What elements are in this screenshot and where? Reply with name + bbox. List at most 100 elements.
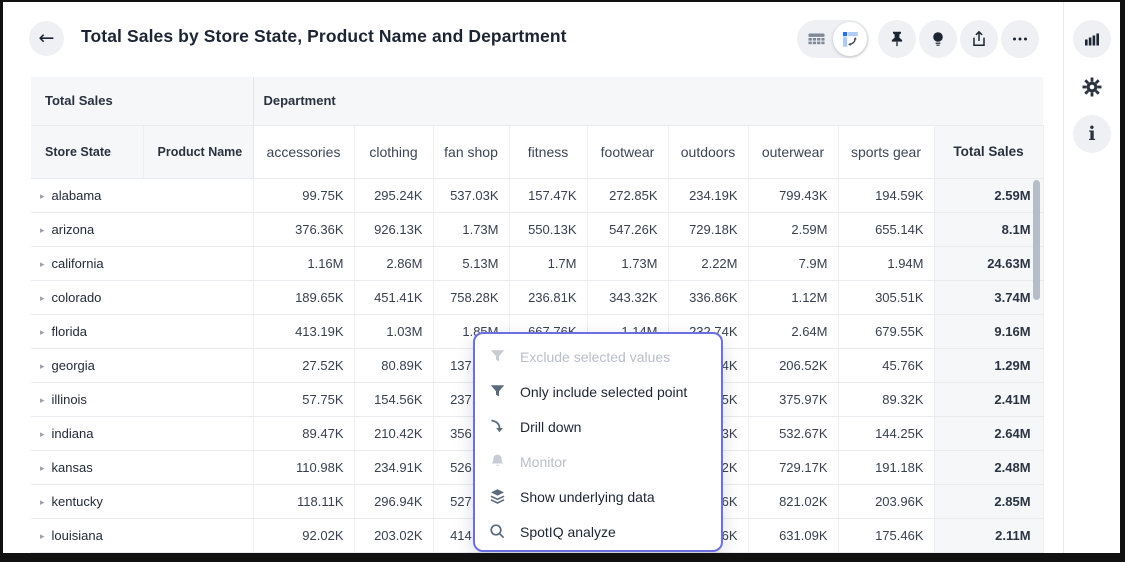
value-cell[interactable]: 144.25K: [838, 416, 934, 450]
value-cell[interactable]: 1.73M: [587, 246, 668, 280]
row-label-alabama[interactable]: ▸alabama: [31, 178, 253, 212]
value-cell[interactable]: 118.11K: [253, 484, 354, 518]
value-cell[interactable]: 110.98K: [253, 450, 354, 484]
row-label-illinois[interactable]: ▸illinois: [31, 382, 253, 416]
value-cell[interactable]: 1.03M: [354, 314, 433, 348]
back-button[interactable]: ←: [29, 21, 64, 56]
value-cell[interactable]: 236.81K: [509, 280, 587, 314]
vertical-scrollbar-thumb[interactable]: [1033, 180, 1040, 300]
column-header-outdoors[interactable]: outdoors: [668, 125, 748, 178]
expand-caret-icon[interactable]: ▸: [40, 498, 45, 508]
value-cell[interactable]: 2.86M: [354, 246, 433, 280]
value-cell[interactable]: 2.59M: [748, 212, 838, 246]
column-header-fitness[interactable]: fitness: [509, 125, 587, 178]
value-cell[interactable]: 729.18K: [668, 212, 748, 246]
value-cell[interactable]: 57.75K: [253, 382, 354, 416]
total-cell[interactable]: 2.64M: [934, 416, 1043, 450]
value-cell[interactable]: 206.52K: [748, 348, 838, 382]
row-label-kansas[interactable]: ▸kansas: [31, 450, 253, 484]
value-cell[interactable]: 305.51K: [838, 280, 934, 314]
menu-item-spotiq-analyze[interactable]: SpotIQ analyze: [475, 514, 721, 549]
value-cell[interactable]: 234.19K: [668, 178, 748, 212]
total-cell[interactable]: 2.85M: [934, 484, 1043, 518]
value-cell[interactable]: 157.47K: [509, 178, 587, 212]
value-cell[interactable]: 27.52K: [253, 348, 354, 382]
value-cell[interactable]: 234.91K: [354, 450, 433, 484]
value-cell[interactable]: 799.43K: [748, 178, 838, 212]
value-cell[interactable]: 203.02K: [354, 518, 433, 552]
value-cell[interactable]: 189.65K: [253, 280, 354, 314]
total-cell[interactable]: 1.29M: [934, 348, 1043, 382]
column-header-accessories[interactable]: accessories: [253, 125, 354, 178]
value-cell[interactable]: 1.16M: [253, 246, 354, 280]
value-cell[interactable]: 729.17K: [748, 450, 838, 484]
row-label-arizona[interactable]: ▸arizona: [31, 212, 253, 246]
value-cell[interactable]: 45.76K: [838, 348, 934, 382]
expand-caret-icon[interactable]: ▸: [40, 396, 45, 406]
total-column-header[interactable]: Total Sales: [934, 125, 1043, 178]
value-cell[interactable]: 7.9M: [748, 246, 838, 280]
value-cell[interactable]: 451.41K: [354, 280, 433, 314]
total-cell[interactable]: 24.63M: [934, 246, 1043, 280]
value-cell[interactable]: 203.96K: [838, 484, 934, 518]
value-cell[interactable]: 1.94M: [838, 246, 934, 280]
menu-item-drill-down[interactable]: Drill down: [475, 409, 721, 444]
value-cell[interactable]: 2.22M: [668, 246, 748, 280]
value-cell[interactable]: 926.13K: [354, 212, 433, 246]
expand-caret-icon[interactable]: ▸: [40, 430, 45, 440]
value-cell[interactable]: 336.86K: [668, 280, 748, 314]
value-cell[interactable]: 537.03K: [433, 178, 509, 212]
row-label-louisiana[interactable]: ▸louisiana: [31, 518, 253, 552]
column-header-outerwear[interactable]: outerwear: [748, 125, 838, 178]
row-label-kentucky[interactable]: ▸kentucky: [31, 484, 253, 518]
value-cell[interactable]: 758.28K: [433, 280, 509, 314]
value-cell[interactable]: 1.73M: [433, 212, 509, 246]
column-header-sports-gear[interactable]: sports gear: [838, 125, 934, 178]
row-label-georgia[interactable]: ▸georgia: [31, 348, 253, 382]
value-cell[interactable]: 532.67K: [748, 416, 838, 450]
value-cell[interactable]: 296.94K: [354, 484, 433, 518]
settings-button[interactable]: [1073, 68, 1111, 106]
menu-item-show-underlying-data[interactable]: Show underlying data: [475, 479, 721, 514]
expand-caret-icon[interactable]: ▸: [40, 328, 45, 338]
total-cell[interactable]: 2.11M: [934, 518, 1043, 552]
value-cell[interactable]: 89.47K: [253, 416, 354, 450]
row-label-florida[interactable]: ▸florida: [31, 314, 253, 348]
value-cell[interactable]: 175.46K: [838, 518, 934, 552]
value-cell[interactable]: 92.02K: [253, 518, 354, 552]
value-cell[interactable]: 1.12M: [748, 280, 838, 314]
column-header-fan-shop[interactable]: fan shop: [433, 125, 509, 178]
value-cell[interactable]: 821.02K: [748, 484, 838, 518]
value-cell[interactable]: 631.09K: [748, 518, 838, 552]
value-cell[interactable]: 5.13M: [433, 246, 509, 280]
chart-config-button[interactable]: [1073, 20, 1111, 58]
value-cell[interactable]: 376.36K: [253, 212, 354, 246]
expand-caret-icon[interactable]: ▸: [40, 260, 45, 270]
value-cell[interactable]: 295.24K: [354, 178, 433, 212]
expand-caret-icon[interactable]: ▸: [40, 226, 45, 236]
value-cell[interactable]: 1.7M: [509, 246, 587, 280]
value-cell[interactable]: 655.14K: [838, 212, 934, 246]
expand-caret-icon[interactable]: ▸: [40, 532, 45, 542]
table-view-button[interactable]: [799, 22, 833, 56]
info-button[interactable]: i: [1073, 115, 1111, 153]
value-cell[interactable]: 191.18K: [838, 450, 934, 484]
more-options-button[interactable]: [1001, 20, 1039, 58]
column-header-footwear[interactable]: footwear: [587, 125, 668, 178]
pin-button[interactable]: [878, 20, 916, 58]
insights-button[interactable]: [919, 20, 957, 58]
total-cell[interactable]: 8.1M: [934, 212, 1043, 246]
value-cell[interactable]: 154.56K: [354, 382, 433, 416]
row-label-california[interactable]: ▸california: [31, 246, 253, 280]
value-cell[interactable]: 89.32K: [838, 382, 934, 416]
expand-caret-icon[interactable]: ▸: [40, 192, 45, 202]
value-cell[interactable]: 413.19K: [253, 314, 354, 348]
total-cell[interactable]: 2.41M: [934, 382, 1043, 416]
value-cell[interactable]: 2.64M: [748, 314, 838, 348]
value-cell[interactable]: 194.59K: [838, 178, 934, 212]
total-cell[interactable]: 2.48M: [934, 450, 1043, 484]
menu-item-only-include-selected-point[interactable]: Only include selected point: [475, 374, 721, 409]
product-name-header[interactable]: Product Name: [143, 125, 253, 178]
total-cell[interactable]: 9.16M: [934, 314, 1043, 348]
value-cell[interactable]: 80.89K: [354, 348, 433, 382]
